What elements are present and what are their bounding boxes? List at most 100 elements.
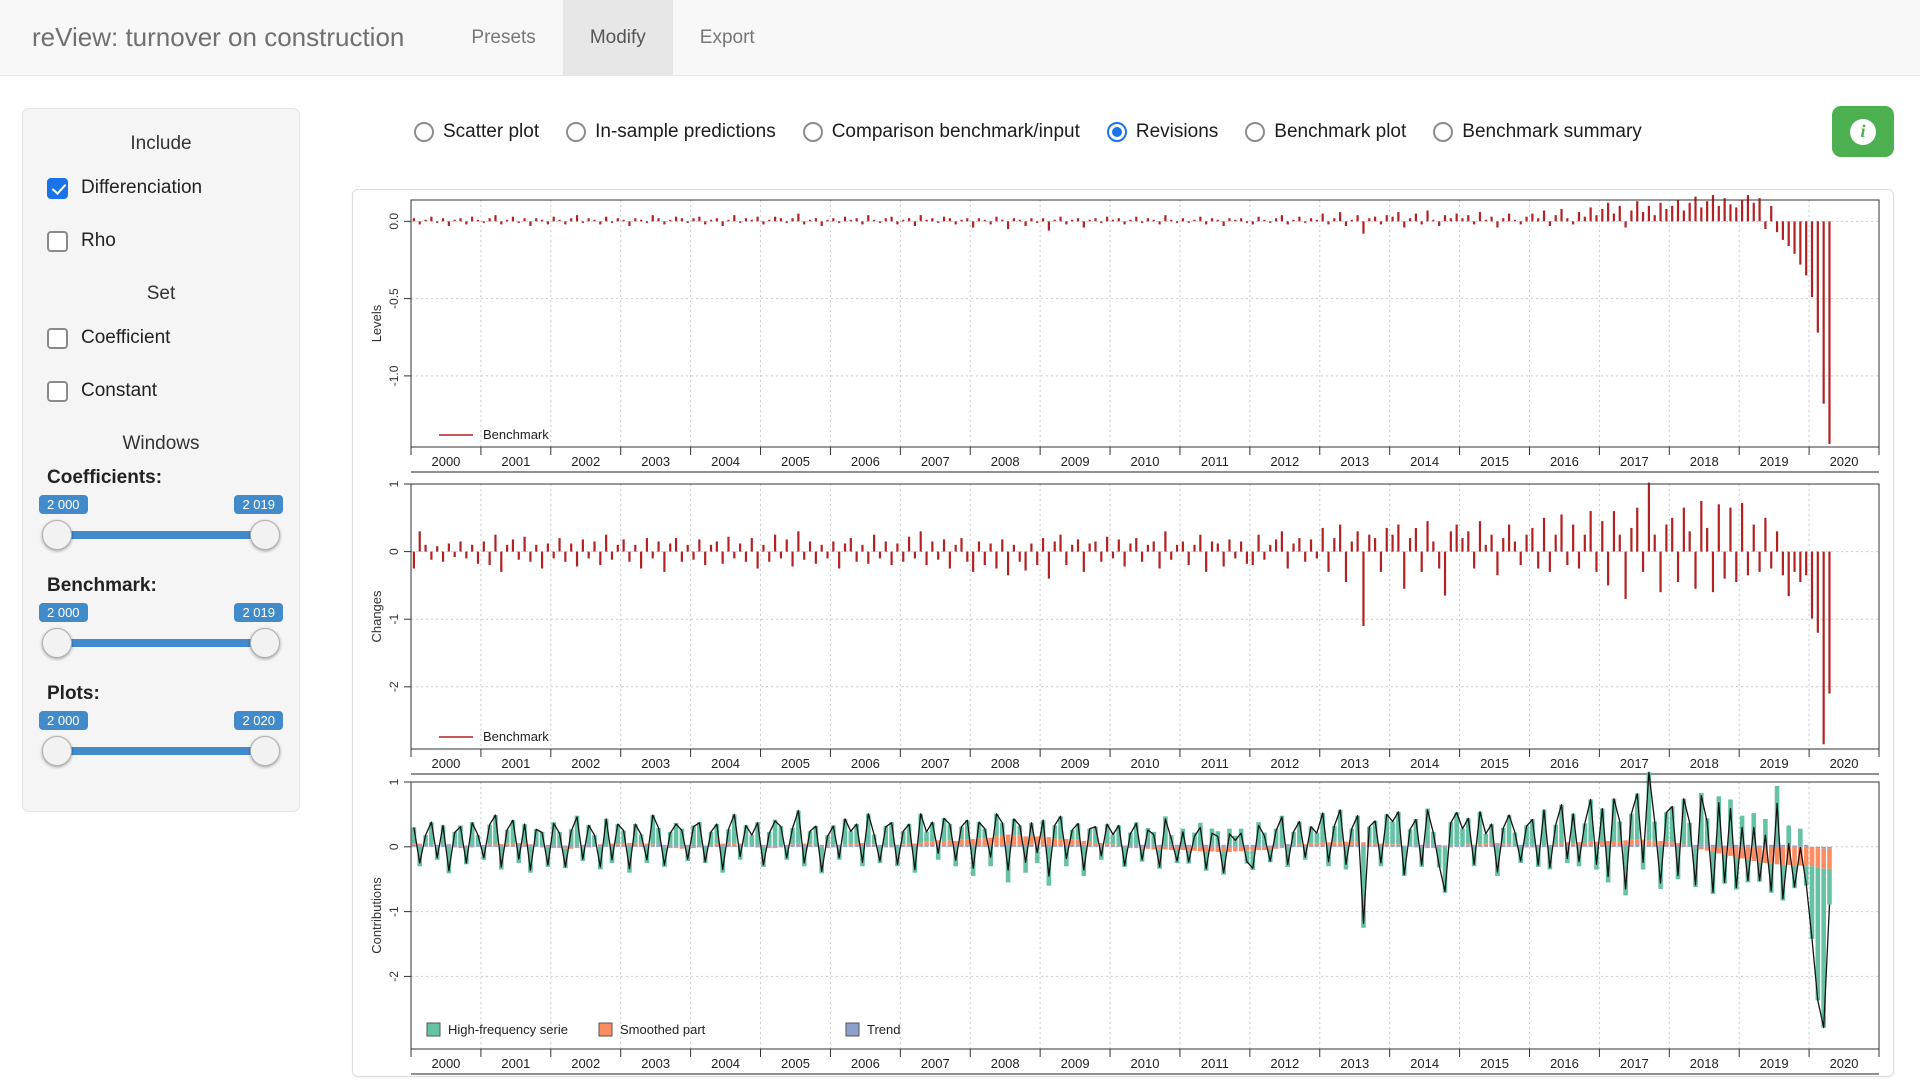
radio-revisions[interactable]: Revisions (1107, 121, 1218, 143)
svg-text:0.0: 0.0 (387, 213, 401, 230)
svg-text:2012: 2012 (1270, 454, 1299, 469)
radio-icon[interactable] (1433, 122, 1453, 142)
radio-icon[interactable] (803, 122, 823, 142)
slider-max-value: 2 019 (234, 495, 283, 514)
svg-text:-2: -2 (387, 971, 401, 982)
svg-text:2010: 2010 (1131, 756, 1160, 771)
checkbox-constant[interactable]: Constant (47, 380, 275, 402)
tab-presets[interactable]: Presets (444, 0, 562, 75)
svg-text:2003: 2003 (641, 1056, 670, 1071)
radio-comparison-benchmark-input[interactable]: Comparison benchmark/input (803, 121, 1080, 143)
svg-text:0: 0 (387, 843, 401, 850)
svg-text:2014: 2014 (1410, 454, 1439, 469)
slider-min-value: 2 000 (39, 495, 88, 514)
svg-text:2014: 2014 (1410, 1056, 1439, 1071)
info-button[interactable]: i (1832, 106, 1894, 157)
svg-text:2000: 2000 (431, 1056, 460, 1071)
svg-text:2016: 2016 (1550, 1056, 1579, 1071)
svg-text:2011: 2011 (1201, 756, 1229, 771)
svg-text:Benchmark: Benchmark (483, 427, 549, 442)
checkbox-rho[interactable]: Rho (47, 230, 275, 252)
svg-text:2009: 2009 (1061, 1056, 1090, 1071)
tab-modify[interactable]: Modify (563, 0, 673, 75)
svg-text:-0.5: -0.5 (387, 288, 401, 309)
svg-text:2013: 2013 (1340, 454, 1369, 469)
svg-text:2016: 2016 (1550, 756, 1579, 771)
info-icon: i (1850, 119, 1876, 145)
svg-text:High-frequency serie: High-frequency serie (448, 1022, 568, 1037)
svg-text:2010: 2010 (1131, 1056, 1160, 1071)
radio-scatter-plot[interactable]: Scatter plot (414, 121, 539, 143)
svg-text:2010: 2010 (1131, 454, 1160, 469)
benchmark-slider[interactable]: 2 000 2 019 (47, 601, 275, 667)
svg-text:2018: 2018 (1690, 1056, 1719, 1071)
svg-text:Benchmark: Benchmark (483, 729, 549, 744)
svg-text:2017: 2017 (1620, 756, 1649, 771)
set-heading: Set (47, 283, 275, 305)
svg-text:Levels: Levels (369, 304, 384, 342)
svg-text:2018: 2018 (1690, 756, 1719, 771)
checkbox-icon[interactable] (47, 328, 68, 349)
svg-text:Smoothed part: Smoothed part (620, 1022, 706, 1037)
svg-text:0: 0 (387, 548, 401, 555)
checkbox-icon[interactable] (47, 381, 68, 402)
slider-track[interactable] (47, 531, 275, 539)
svg-text:-2: -2 (387, 681, 401, 692)
svg-text:-1: -1 (387, 906, 401, 917)
plots-slider-label: Plots: (47, 683, 275, 705)
levels-chart: 0.0-0.5-1.020002001200220032004200520062… (369, 195, 1879, 472)
svg-text:2020: 2020 (1830, 756, 1859, 771)
checkbox-differenciation[interactable]: Differenciation (47, 177, 275, 199)
slider-track[interactable] (47, 747, 275, 755)
radio-benchmark-plot[interactable]: Benchmark plot (1245, 121, 1406, 143)
svg-text:2015: 2015 (1480, 756, 1509, 771)
radio-benchmark-summary[interactable]: Benchmark summary (1433, 121, 1642, 143)
svg-text:2004: 2004 (711, 454, 740, 469)
svg-text:2015: 2015 (1480, 1056, 1509, 1071)
svg-text:2006: 2006 (851, 756, 880, 771)
svg-text:2011: 2011 (1201, 454, 1229, 469)
checkbox-label: Coefficient (81, 327, 170, 349)
page-content: Include Differenciation Rho Set Coeffici… (0, 76, 1920, 1077)
checkbox-coefficient[interactable]: Coefficient (47, 327, 275, 349)
radio-icon[interactable] (1107, 122, 1127, 142)
slider-handle-max[interactable] (250, 520, 280, 550)
svg-text:2005: 2005 (781, 756, 810, 771)
svg-text:2008: 2008 (991, 1056, 1020, 1071)
svg-text:1: 1 (387, 778, 401, 785)
main-area: Scatter plot In-sample predictions Compa… (300, 76, 1920, 1077)
slider-handle-min[interactable] (42, 520, 72, 550)
slider-handle-min[interactable] (42, 736, 72, 766)
checkbox-icon[interactable] (47, 178, 68, 199)
coefficients-slider[interactable]: 2 000 2 019 (47, 493, 275, 559)
slider-handle-max[interactable] (250, 736, 280, 766)
plots-slider[interactable]: 2 000 2 020 (47, 709, 275, 775)
slider-handle-min[interactable] (42, 628, 72, 658)
checkbox-icon[interactable] (47, 231, 68, 252)
svg-text:2005: 2005 (781, 454, 810, 469)
radio-icon[interactable] (1245, 122, 1265, 142)
svg-text:2007: 2007 (921, 756, 950, 771)
slider-min-value: 2 000 (39, 711, 88, 730)
svg-text:2006: 2006 (851, 454, 880, 469)
svg-text:2018: 2018 (1690, 454, 1719, 469)
svg-text:-1: -1 (387, 614, 401, 625)
tab-export[interactable]: Export (673, 0, 782, 75)
windows-heading: Windows (47, 433, 275, 455)
slider-track[interactable] (47, 639, 275, 647)
svg-text:Trend: Trend (867, 1022, 900, 1037)
radio-icon[interactable] (414, 122, 434, 142)
radio-in-sample-predictions[interactable]: In-sample predictions (566, 121, 776, 143)
svg-text:2004: 2004 (711, 756, 740, 771)
svg-text:2017: 2017 (1620, 454, 1649, 469)
svg-text:2012: 2012 (1270, 1056, 1299, 1071)
slider-max-value: 2 019 (234, 603, 283, 622)
radio-icon[interactable] (566, 122, 586, 142)
svg-text:2013: 2013 (1340, 756, 1369, 771)
svg-text:2020: 2020 (1830, 1056, 1859, 1071)
checkbox-label: Constant (81, 380, 157, 402)
slider-handle-max[interactable] (250, 628, 280, 658)
app-title: reView: turnover on construction (0, 0, 444, 75)
svg-text:2020: 2020 (1830, 454, 1859, 469)
svg-text:2005: 2005 (781, 1056, 810, 1071)
